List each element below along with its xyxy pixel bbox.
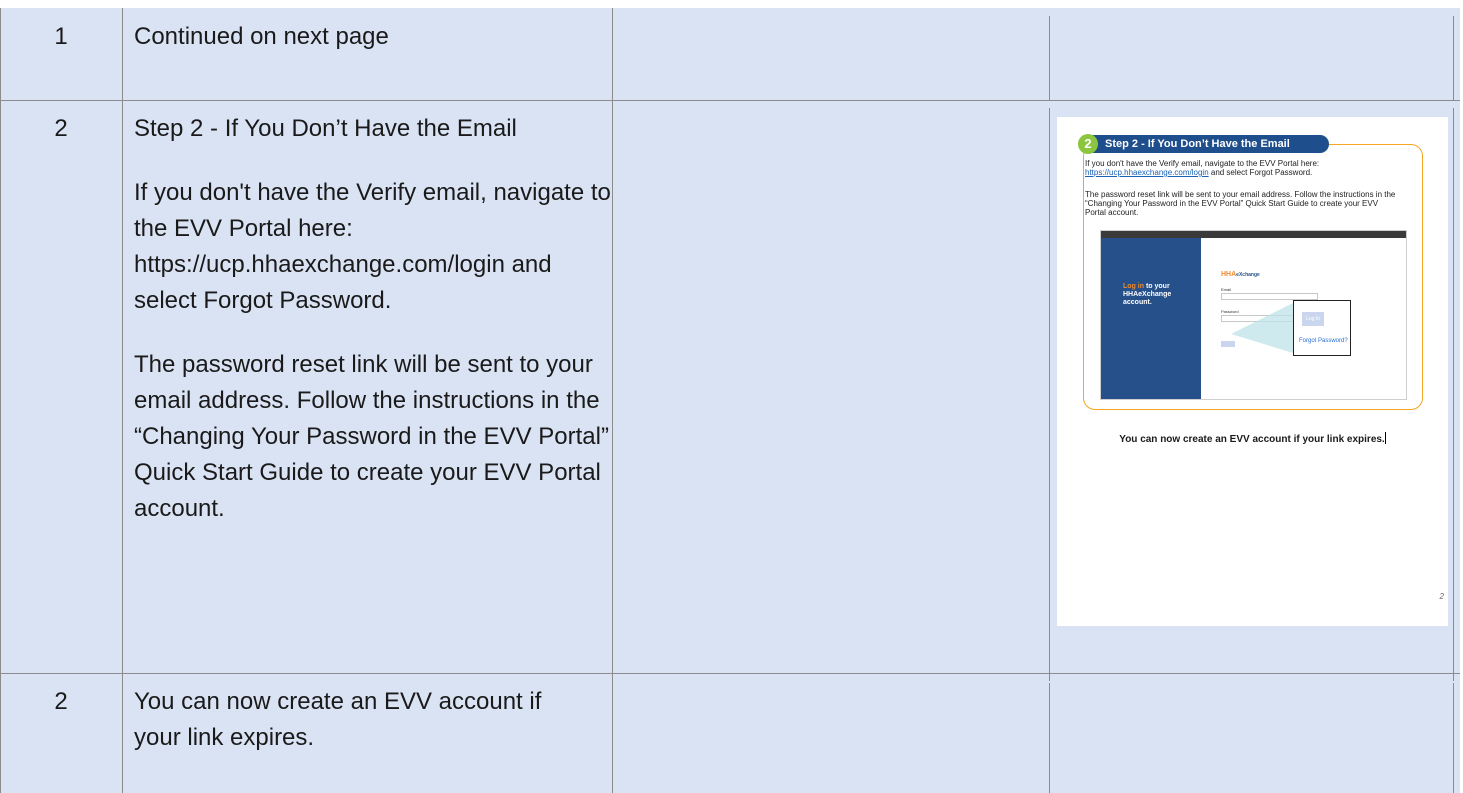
zoom-login-button: Log In xyxy=(1302,312,1324,326)
row-paragraph: If you don't have the Verify email, navi… xyxy=(134,179,611,314)
step-paragraph-text: and select Forgot Password. xyxy=(1208,168,1313,177)
step-paragraph: The password reset link will be sent to … xyxy=(1085,190,1396,217)
login-screenshot: Log in to your HHAeXchange account. HHAe… xyxy=(1100,230,1407,400)
row-number: 2 xyxy=(54,115,68,142)
row-paragraph: You can now create an EVV account if you… xyxy=(134,688,542,751)
footer-text: You can now create an EVV account if you… xyxy=(1119,434,1385,445)
callout-wedge xyxy=(1231,303,1293,353)
grid-line xyxy=(1453,16,1454,100)
grid-line xyxy=(0,673,1460,674)
grid-line xyxy=(612,8,613,793)
row-paragraph: The password reset link will be sent to … xyxy=(134,351,609,522)
grid-line xyxy=(122,8,123,793)
portal-link[interactable]: https://ucp.hhaexchange.com/login xyxy=(1085,168,1209,177)
thumbnail-footer-line: You can now create an EVV account if you… xyxy=(1057,432,1448,445)
row-heading: Step 2 - If You Don’t Have the Email xyxy=(134,115,517,142)
step-title: Step 2 - If You Don’t Have the Email xyxy=(1089,135,1329,153)
grid-line xyxy=(1453,683,1454,793)
page-number: 2 xyxy=(1439,592,1444,601)
row-text: Continued on next page xyxy=(134,19,604,55)
grid-line xyxy=(1453,108,1454,681)
page-thumbnail: 2 Step 2 - If You Don’t Have the Email I… xyxy=(1057,117,1448,626)
zoom-callout: Log In Forgot Password? xyxy=(1293,300,1351,356)
row-number: 2 xyxy=(54,688,68,715)
grid-line xyxy=(1049,16,1050,100)
grid-line xyxy=(1049,683,1050,793)
row-text: You can now create an EVV account if you… xyxy=(134,684,574,756)
zoom-forgot-link: Forgot Password? xyxy=(1299,338,1348,344)
step-badge: 2 xyxy=(1078,134,1098,154)
step-paragraph-text: If you don't have the Verify email, navi… xyxy=(1085,159,1320,168)
grid-line xyxy=(1049,108,1050,681)
step-paragraph: If you don't have the Verify email, navi… xyxy=(1085,159,1415,177)
grid-line xyxy=(0,100,1460,101)
text-cursor xyxy=(1384,432,1386,444)
row-paragraph: Continued on next page xyxy=(134,23,389,50)
row-text: Step 2 - If You Don’t Have the Email If … xyxy=(134,111,612,527)
row-number: 1 xyxy=(54,23,68,50)
